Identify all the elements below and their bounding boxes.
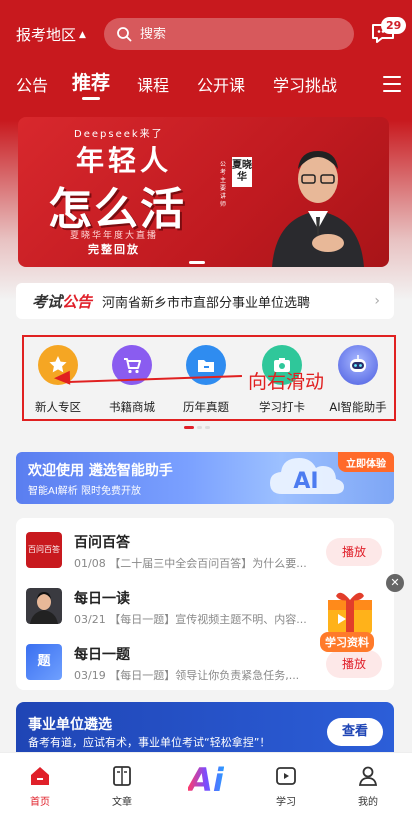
nav-label: 首页: [30, 797, 50, 808]
banner-top-text: Deepseek来了: [74, 129, 164, 140]
banner-subtitle: 夏晓华年度大直播: [70, 231, 159, 241]
search-input[interactable]: [140, 26, 340, 42]
ai-assistant-promo[interactable]: 欢迎使用 遴选智能助手 智能AI解析 限时免费开放 AI 立即体验: [16, 452, 394, 504]
book-icon: [113, 766, 131, 786]
menu-icon[interactable]: [383, 76, 401, 97]
item-title: 百问百答: [74, 535, 130, 551]
caret-down-icon: ▲: [79, 29, 86, 40]
nav-profile[interactable]: 我的: [338, 763, 398, 808]
category-tabs: 公告 推荐 课程 公开课 学习挑战: [0, 68, 412, 102]
presenter-photo: [272, 151, 364, 267]
ai-promo-subtitle: 智能AI解析 限时免费开放: [28, 486, 141, 497]
try-now-button[interactable]: 立即体验: [338, 452, 394, 472]
nav-study[interactable]: 学习: [256, 763, 316, 808]
quick-item-label: 历年真题: [183, 400, 229, 414]
user-icon: [358, 766, 378, 786]
tab-recommended[interactable]: 推荐: [72, 68, 110, 95]
notice-tag: 考试公告: [32, 292, 93, 311]
presenter-role: 公考主要讲师: [220, 161, 227, 208]
item-thumbnail: [26, 588, 62, 624]
ai-promo-title: 欢迎使用 遴选智能助手: [28, 463, 173, 479]
search-bar[interactable]: [104, 18, 354, 50]
swipe-arrow-head: [53, 370, 71, 386]
quick-grid-pagination: [184, 426, 210, 429]
active-tab-indicator: [82, 97, 100, 100]
item-thumbnail: 百问百答: [26, 532, 62, 568]
tab-open-class[interactable]: 公开课: [197, 72, 245, 96]
top-bar: 报考地区 ▲ 29: [0, 14, 412, 54]
nav-label: 文章: [112, 797, 132, 808]
quick-item-past-papers[interactable]: 历年真题: [170, 345, 242, 415]
play-button[interactable]: 播放: [326, 650, 382, 678]
item-thumbnail: 题: [26, 644, 62, 680]
institution-subtitle: 备考有道，应试有术，事业单位考试“轻松拿捏”！: [28, 736, 271, 749]
nav-articles[interactable]: 文章: [92, 763, 152, 808]
item-title: 每日一题: [74, 647, 130, 663]
banner-replay: 完整回放: [88, 243, 140, 256]
nav-ai[interactable]: Ai: [176, 761, 236, 799]
home-icon: [31, 767, 49, 785]
nav-label: 我的: [358, 797, 378, 808]
tab-announcement[interactable]: 公告: [16, 72, 48, 96]
presenter-name: 夏晓华: [232, 157, 252, 187]
quick-item-label: 学习打卡: [259, 400, 305, 414]
notice-text: 河南省新乡市市直部分事业单位选聘: [102, 295, 311, 311]
list-item[interactable]: 百问百答 百问百答 01/08 【二十届三中全会百问百答】为什么要... 播放: [16, 522, 394, 574]
region-label: 报考地区: [16, 26, 77, 44]
quick-item-label: 书籍商城: [109, 400, 155, 414]
ai-cloud-icon: AI: [270, 458, 344, 494]
quick-item-label: AI智能助手: [329, 400, 387, 414]
promo-banner[interactable]: Deepseek来了 年轻人 怎么活 夏晓华年度大直播 完整回放 夏晓华 公考主…: [18, 117, 389, 267]
view-button[interactable]: 查看: [327, 718, 383, 746]
study-materials-widget[interactable]: 学习资料: [314, 588, 386, 652]
nav-home[interactable]: 首页: [10, 763, 70, 808]
banner-pagination: [189, 261, 205, 264]
search-icon: [117, 27, 132, 42]
swipe-hint-text: 向右滑动: [248, 371, 325, 393]
message-badge: 29: [381, 17, 407, 34]
nav-label: 学习: [276, 797, 296, 808]
robot-icon: [338, 345, 378, 385]
close-icon[interactable]: ✕: [386, 574, 404, 592]
bottom-navigation: 首页 文章 Ai 学习 我的: [0, 752, 412, 818]
quick-item-label: 新人专区: [35, 400, 81, 414]
item-description: 01/08 【二十届三中全会百问百答】为什么要...: [74, 557, 307, 570]
tab-courses[interactable]: 课程: [137, 72, 169, 96]
chevron-right-icon: ›: [374, 293, 380, 309]
institution-selection-card[interactable]: 事业单位遴选 备考有道，应试有术，事业单位考试“轻松拿捏”！ 查看: [16, 702, 394, 758]
gift-box-icon: [328, 592, 372, 634]
folder-icon: [186, 345, 226, 385]
quick-item-ai-assistant[interactable]: AI智能助手: [322, 345, 394, 415]
institution-title: 事业单位遴选: [28, 717, 112, 733]
region-selector[interactable]: 报考地区 ▲: [16, 24, 86, 45]
tab-study-challenge[interactable]: 学习挑战: [273, 72, 337, 96]
play-video-icon: [276, 767, 296, 785]
svg-text:AI: AI: [293, 469, 318, 494]
quick-access-grid: 新人专区 书籍商城 历年真题 学习打卡 AI智能助手 向右滑动: [22, 335, 396, 421]
play-button[interactable]: 播放: [326, 538, 382, 566]
item-description: 03/21 【每日一题】宣传视频主题不明、内容...: [74, 613, 307, 626]
study-materials-label: 学习资料: [320, 632, 374, 652]
item-title: 每日一读: [74, 591, 130, 607]
exam-notice-bar[interactable]: 考试公告 河南省新乡市市直部分事业单位选聘 ›: [16, 283, 394, 319]
ai-logo-icon: Ai: [188, 761, 224, 799]
item-description: 03/19 【每日一题】领导让你负责紧急任务,...: [74, 669, 300, 682]
